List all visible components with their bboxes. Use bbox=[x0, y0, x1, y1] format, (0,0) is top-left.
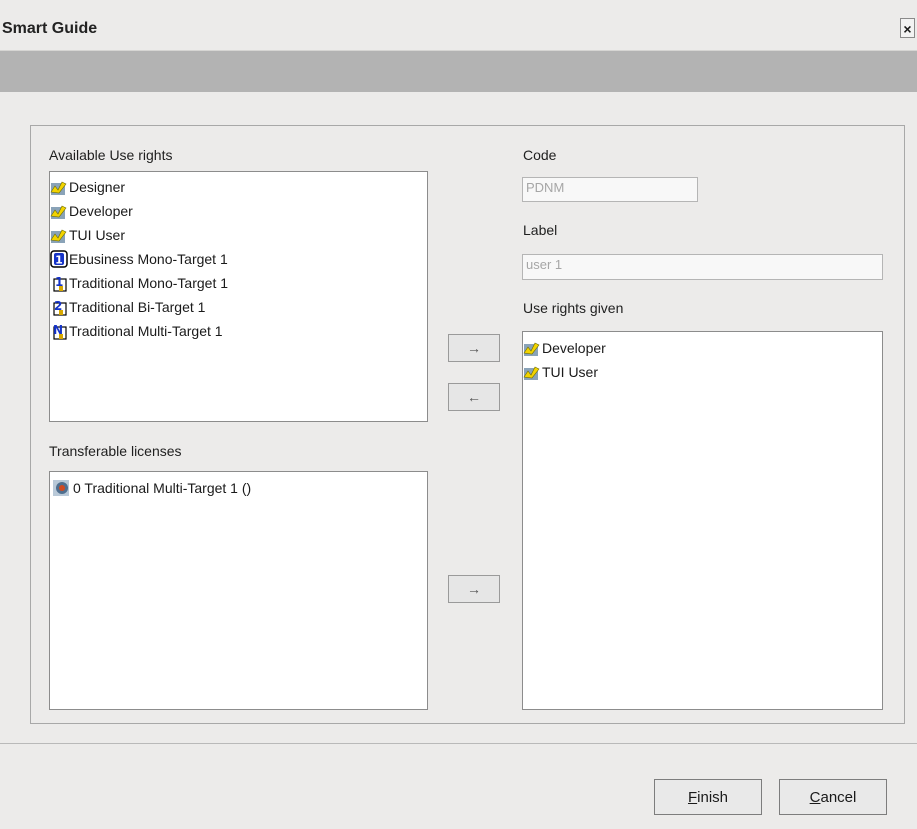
list-item[interactable]: 0 Traditional Multi-Target 1 () bbox=[52, 476, 427, 500]
list-item[interactable]: 1 Traditional Mono-Target 1 bbox=[50, 271, 427, 295]
transfer-license-icon bbox=[53, 480, 69, 496]
label-field[interactable]: user 1 bbox=[522, 254, 883, 280]
code-label: Code bbox=[523, 147, 557, 163]
list-item[interactable]: TUI User bbox=[523, 360, 882, 384]
user-right-icon bbox=[523, 342, 540, 356]
list-item[interactable]: Designer bbox=[50, 175, 427, 199]
list-item-label: Designer bbox=[69, 179, 126, 195]
list-item-label: Traditional Mono-Target 1 bbox=[69, 275, 229, 291]
finish-label-rest: inish bbox=[697, 788, 729, 806]
list-item[interactable]: Developer bbox=[50, 199, 427, 223]
transferable-licenses-label: Transferable licenses bbox=[49, 443, 182, 459]
list-item[interactable]: N Traditional Multi-Target 1 bbox=[50, 319, 427, 343]
code-field[interactable]: PDNM bbox=[522, 177, 698, 202]
use-rights-given-list[interactable]: Developer TUI User bbox=[522, 331, 883, 710]
list-item[interactable]: 2 Traditional Bi-Target 1 bbox=[50, 295, 427, 319]
user-right-icon bbox=[50, 229, 67, 243]
cancel-button[interactable]: Cancel bbox=[779, 779, 887, 815]
list-item-label: Ebusiness Mono-Target 1 bbox=[69, 251, 228, 267]
user-right-icon bbox=[50, 181, 67, 195]
license-1-icon: 1 bbox=[50, 250, 68, 268]
label-label: Label bbox=[523, 222, 558, 238]
mono-target-icon: 1 bbox=[53, 275, 67, 292]
bi-target-icon: 2 bbox=[53, 299, 67, 316]
available-use-rights-label: Available Use rights bbox=[49, 147, 173, 163]
transferable-licenses-list[interactable]: 0 Traditional Multi-Target 1 () bbox=[49, 471, 428, 710]
list-item-label: Developer bbox=[542, 340, 606, 356]
remove-right-button[interactable]: ← bbox=[448, 383, 500, 411]
use-rights-given-label: Use rights given bbox=[523, 300, 624, 316]
user-right-icon bbox=[50, 205, 67, 219]
list-item-label: Developer bbox=[69, 203, 133, 219]
footer-separator bbox=[0, 743, 917, 744]
list-item-label: Traditional Bi-Target 1 bbox=[69, 299, 206, 315]
list-item-label: 0 Traditional Multi-Target 1 () bbox=[73, 480, 252, 496]
list-item[interactable]: Developer bbox=[523, 336, 882, 360]
header-bar bbox=[0, 51, 917, 92]
list-item-label: TUI User bbox=[542, 364, 598, 380]
cancel-label-rest: ancel bbox=[820, 788, 857, 806]
user-right-icon bbox=[523, 366, 540, 380]
svg-text:1: 1 bbox=[55, 254, 63, 267]
close-button[interactable]: × bbox=[900, 18, 915, 38]
list-item-label: Traditional Multi-Target 1 bbox=[69, 323, 223, 339]
add-right-button[interactable]: → bbox=[448, 334, 500, 362]
finish-mnemonic: F bbox=[687, 788, 698, 806]
available-use-rights-list[interactable]: Designer Developer TUI User 1 Ebusiness … bbox=[49, 171, 428, 422]
window-title: Smart Guide bbox=[2, 20, 98, 37]
title-bar bbox=[0, 0, 917, 51]
list-item[interactable]: TUI User bbox=[50, 223, 427, 247]
finish-button[interactable]: Finish bbox=[654, 779, 762, 815]
list-item[interactable]: 1 Ebusiness Mono-Target 1 bbox=[50, 247, 427, 271]
list-item-label: TUI User bbox=[69, 227, 125, 243]
cancel-mnemonic: C bbox=[809, 788, 821, 806]
add-license-button[interactable]: → bbox=[448, 575, 500, 603]
multi-target-icon: N bbox=[53, 323, 67, 340]
